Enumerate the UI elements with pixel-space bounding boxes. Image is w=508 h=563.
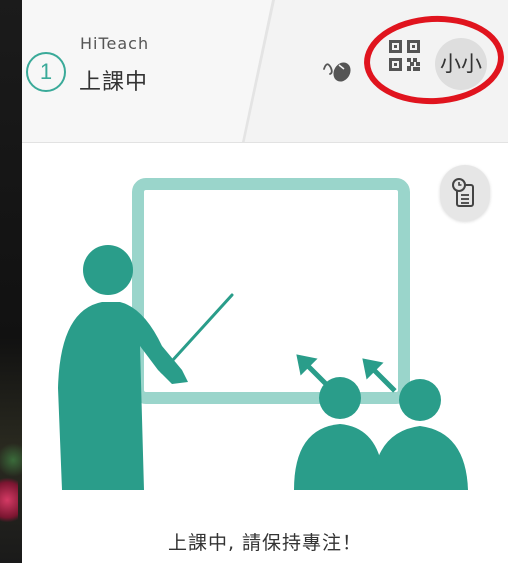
student-left-body bbox=[294, 424, 384, 490]
status-title: 上課中 bbox=[79, 70, 149, 95]
background-flower bbox=[0, 470, 18, 530]
student-left-head bbox=[319, 377, 361, 419]
mouse-icon[interactable] bbox=[322, 56, 354, 86]
user-avatar[interactable]: 小小 bbox=[435, 38, 487, 90]
student-right-head bbox=[399, 379, 441, 421]
classroom-illustration bbox=[58, 178, 468, 490]
photo-background-edge bbox=[0, 0, 22, 563]
screenshot-frame: 1 HiTeach 上課中 小小 上課中, 請保持專注！ bbox=[0, 0, 508, 563]
teacher-head bbox=[83, 245, 133, 295]
app-header: 1 HiTeach 上課中 小小 bbox=[22, 0, 508, 143]
qr-code-icon[interactable] bbox=[388, 38, 422, 80]
focus-hint-text: 上課中, 請保持專注！ bbox=[167, 532, 363, 554]
arrow-right bbox=[362, 358, 397, 393]
app-screen: 1 HiTeach 上課中 小小 上課中, 請保持專注！ bbox=[22, 0, 508, 563]
app-name: HiTeach bbox=[80, 34, 150, 53]
student-right-body bbox=[372, 426, 468, 490]
session-number-badge: 1 bbox=[26, 52, 66, 92]
